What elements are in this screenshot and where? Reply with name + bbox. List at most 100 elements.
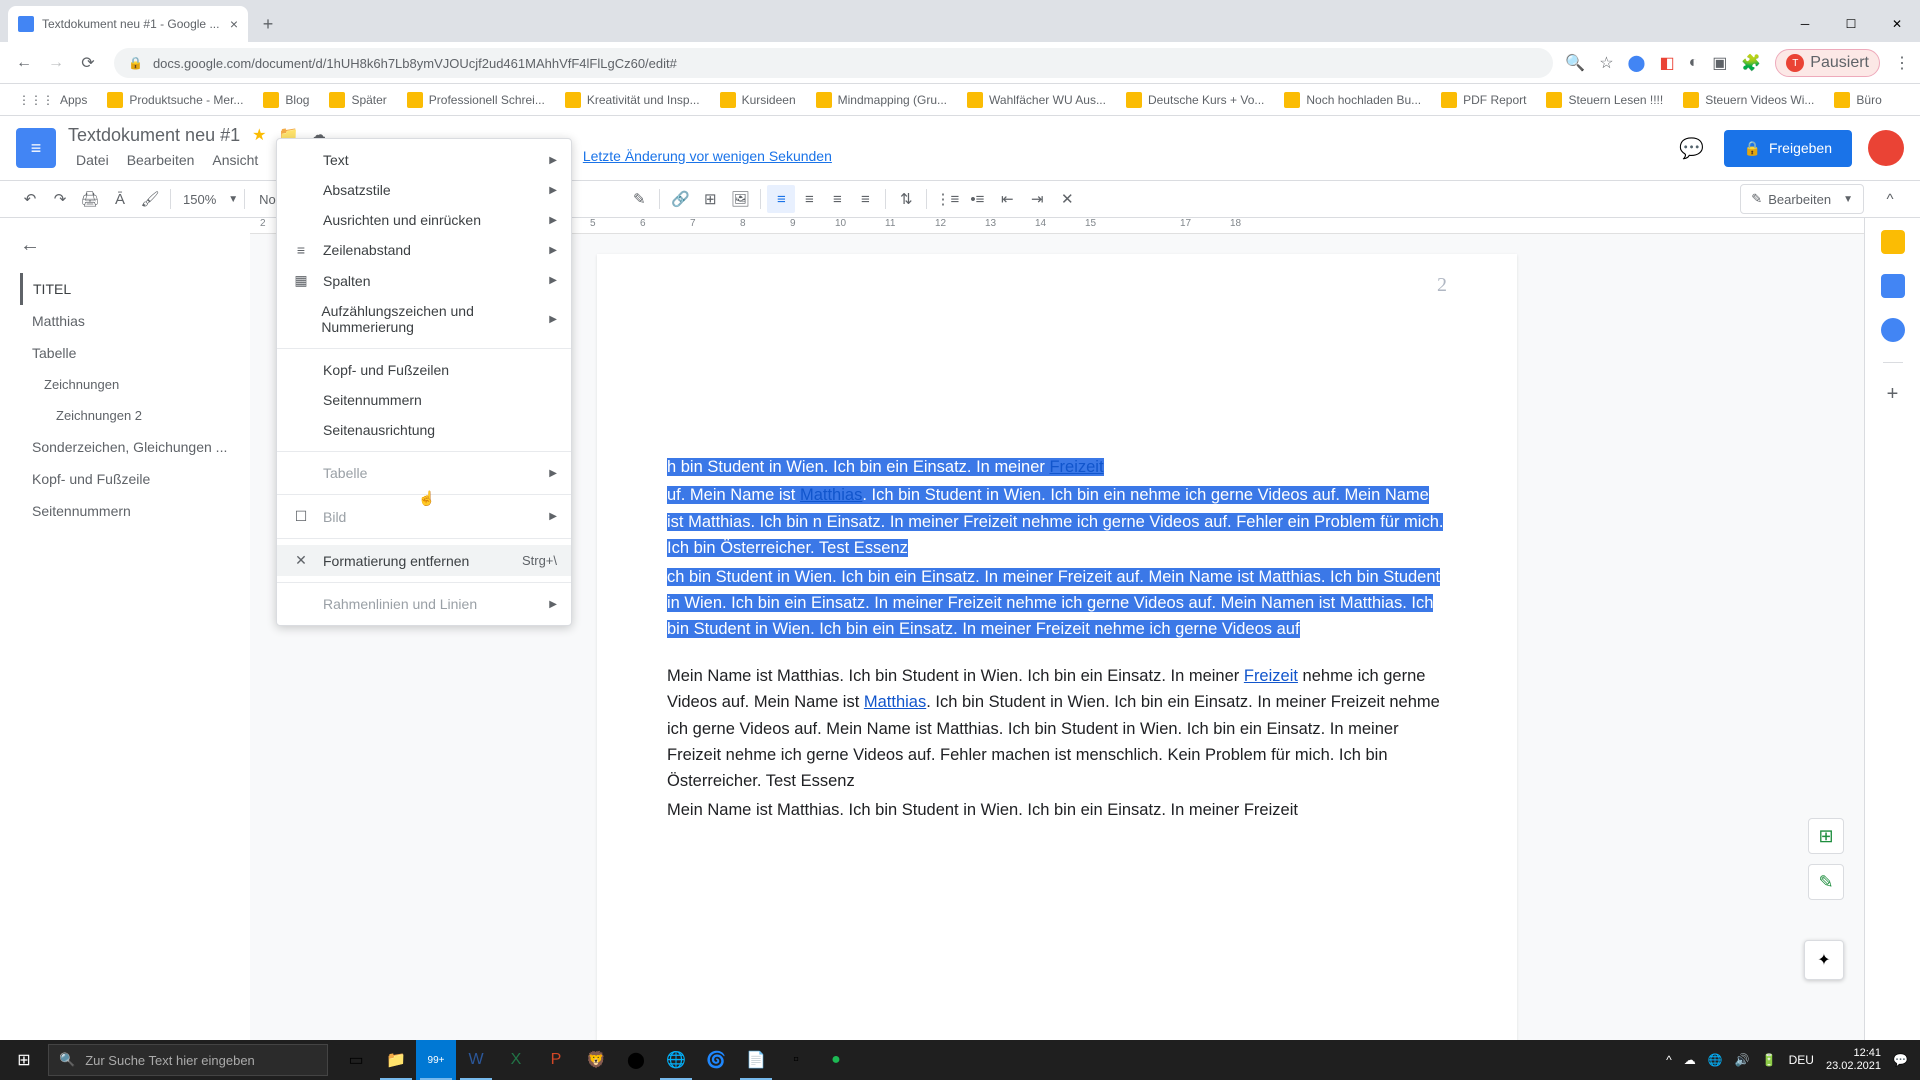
outline-item[interactable]: Tabelle — [20, 337, 234, 369]
menu-dots-icon[interactable]: ⋮ — [1894, 53, 1910, 73]
link-button[interactable]: 🔗 — [666, 185, 694, 213]
tray-lang[interactable]: DEU — [1789, 1053, 1814, 1067]
extension-icon-3[interactable]: ◐ — [1689, 54, 1699, 72]
clear-format-button[interactable]: ✕ — [1053, 185, 1081, 213]
add-addon-button[interactable]: + — [1887, 383, 1899, 406]
tray-cloud-icon[interactable]: ☁ — [1684, 1053, 1696, 1067]
taskbar-search[interactable]: 🔍 Zur Suche Text hier eingeben — [48, 1044, 328, 1076]
extensions-puzzle-icon[interactable]: 🧩 — [1741, 53, 1761, 73]
start-button[interactable]: ⊞ — [0, 1040, 48, 1080]
dd-absatzstile[interactable]: Absatzstile▶ — [277, 175, 571, 205]
dd-text[interactable]: Text▶ — [277, 145, 571, 175]
apps-bookmark[interactable]: ⋮⋮⋮Apps — [12, 89, 93, 111]
tray-network-icon[interactable]: 🌐 — [1708, 1053, 1723, 1067]
dd-seitennummern[interactable]: Seitennummern — [277, 385, 571, 415]
powerpoint-icon[interactable]: P — [536, 1040, 576, 1080]
back-button[interactable]: ← — [10, 49, 38, 77]
close-tab-icon[interactable]: × — [230, 16, 238, 32]
chrome-icon[interactable]: 🌐 — [656, 1040, 696, 1080]
bookmark-item[interactable]: Kreativität und Insp... — [559, 88, 706, 112]
line-spacing-button[interactable]: ⇅ — [892, 185, 920, 213]
last-change-link[interactable]: Letzte Änderung vor wenigen Sekunden — [583, 148, 832, 172]
bookmark-item[interactable]: Wahlfächer WU Aus... — [961, 88, 1112, 112]
dd-zeilenabstand[interactable]: ≡Zeilenabstand▶ — [277, 235, 571, 265]
bookmark-item[interactable]: Mindmapping (Gru... — [810, 88, 953, 112]
bookmark-item[interactable]: Deutsche Kurs + Vo... — [1120, 88, 1270, 112]
weather-icon[interactable]: 99+ — [416, 1040, 456, 1080]
tray-battery-icon[interactable]: 🔋 — [1762, 1053, 1777, 1067]
tray-clock[interactable]: 12:41 23.02.2021 — [1826, 1047, 1881, 1073]
tray-chevron-icon[interactable]: ^ — [1666, 1053, 1672, 1067]
dd-spalten[interactable]: ▦Spalten▶ — [277, 265, 571, 296]
outline-back-button[interactable]: ← — [20, 234, 234, 257]
explorer-icon[interactable]: 📁 — [376, 1040, 416, 1080]
minimize-button[interactable]: ─ — [1782, 6, 1828, 42]
comments-button[interactable]: 💬 — [1672, 128, 1712, 168]
share-button[interactable]: 🔒 Freigeben — [1724, 130, 1852, 167]
menu-bearbeiten[interactable]: Bearbeiten — [119, 148, 203, 172]
spotify-icon[interactable]: ● — [816, 1040, 856, 1080]
explore-button[interactable]: ✦ — [1804, 940, 1844, 980]
numbered-list-button[interactable]: ⋮≡ — [933, 185, 961, 213]
collapse-toolbar-button[interactable]: ^ — [1876, 185, 1904, 213]
forward-button[interactable]: → — [42, 49, 70, 77]
outline-item[interactable]: TITEL — [20, 273, 234, 305]
calendar-addon-icon[interactable] — [1881, 230, 1905, 254]
tasks-addon-icon[interactable] — [1881, 318, 1905, 342]
bookmark-item[interactable]: Noch hochladen Bu... — [1278, 88, 1427, 112]
extension-icon-2[interactable]: ◧ — [1659, 53, 1674, 73]
bookmark-item[interactable]: Kursideen — [714, 88, 802, 112]
extension-icon-1[interactable]: ⬤ — [1628, 53, 1646, 73]
image-button[interactable]: 🖼 — [726, 185, 754, 213]
tray-notifications-icon[interactable]: 💬 — [1893, 1053, 1908, 1067]
extension-icon-4[interactable]: ▣ — [1712, 53, 1727, 73]
reload-button[interactable]: ⟳ — [74, 49, 102, 77]
app-icon[interactable]: ▫ — [776, 1040, 816, 1080]
indent-decrease-button[interactable]: ⇤ — [993, 185, 1021, 213]
link-matthias-2[interactable]: Matthias — [864, 693, 926, 711]
browser-tab[interactable]: Textdokument neu #1 - Google ... × — [8, 6, 248, 42]
star-icon[interactable]: ★ — [252, 125, 266, 145]
zoom-icon[interactable]: 🔍 — [1565, 53, 1585, 73]
page[interactable]: 2 h bin Student in Wien. Ich bin ein Ein… — [597, 254, 1517, 1040]
add-comment-button[interactable]: ⊞ — [1808, 818, 1844, 854]
dd-formatierung-entfernen[interactable]: ✕Formatierung entfernenStrg+\ — [277, 545, 571, 576]
spellcheck-button[interactable]: Ā — [106, 185, 134, 213]
zoom-dropdown[interactable]: 150% — [177, 192, 222, 207]
task-view-button[interactable]: ▭ — [336, 1040, 376, 1080]
notepad-icon[interactable]: 📄 — [736, 1040, 776, 1080]
url-field[interactable]: 🔒 docs.google.com/document/d/1hUH8k6h7Lb… — [114, 48, 1553, 78]
outline-item[interactable]: Zeichnungen 2 — [20, 400, 234, 431]
maximize-button[interactable]: ☐ — [1828, 6, 1874, 42]
edit-mode-dropdown[interactable]: ✎ Bearbeiten ▼ — [1740, 184, 1864, 214]
document-body[interactable]: h bin Student in Wien. Ich bin ein Einsa… — [667, 454, 1447, 823]
align-justify-button[interactable]: ≡ — [851, 185, 879, 213]
bookmark-item[interactable]: Steuern Lesen !!!! — [1540, 88, 1669, 112]
menu-datei[interactable]: Datei — [68, 148, 117, 172]
link-freizeit-2[interactable]: Freizeit — [1244, 667, 1298, 685]
print-button[interactable]: 🖨 — [76, 185, 104, 213]
comment-add-button[interactable]: ⊞ — [696, 185, 724, 213]
dd-seitenausrichtung[interactable]: Seitenausrichtung — [277, 415, 571, 445]
bullet-list-button[interactable]: •≡ — [963, 185, 991, 213]
link-matthias[interactable]: Matthias — [800, 486, 862, 504]
word-icon[interactable]: W — [456, 1040, 496, 1080]
docs-logo-icon[interactable]: ≡ — [16, 128, 56, 168]
outline-item[interactable]: Zeichnungen — [20, 369, 234, 400]
bookmark-star-icon[interactable]: ☆ — [1599, 53, 1613, 73]
link-freizeit[interactable]: Freizeit — [1049, 458, 1103, 476]
outline-item[interactable]: Matthias — [20, 305, 234, 337]
obs-icon[interactable]: ⬤ — [616, 1040, 656, 1080]
new-tab-button[interactable]: + — [254, 10, 282, 38]
profile-paused-pill[interactable]: T Pausiert — [1775, 49, 1880, 77]
bookmark-item[interactable]: Produktsuche - Mer... — [101, 88, 249, 112]
tray-volume-icon[interactable]: 🔊 — [1735, 1053, 1750, 1067]
indent-increase-button[interactable]: ⇥ — [1023, 185, 1051, 213]
dd-kopf-fuss[interactable]: Kopf- und Fußzeilen — [277, 355, 571, 385]
outline-item[interactable]: Kopf- und Fußzeile — [20, 463, 234, 495]
bookmark-item[interactable]: Später — [323, 88, 392, 112]
keep-addon-icon[interactable] — [1881, 274, 1905, 298]
dd-aufzaehlung[interactable]: Aufzählungszeichen und Nummerierung▶ — [277, 296, 571, 342]
user-avatar[interactable] — [1868, 130, 1904, 166]
outline-item[interactable]: Sonderzeichen, Gleichungen ... — [20, 431, 234, 463]
